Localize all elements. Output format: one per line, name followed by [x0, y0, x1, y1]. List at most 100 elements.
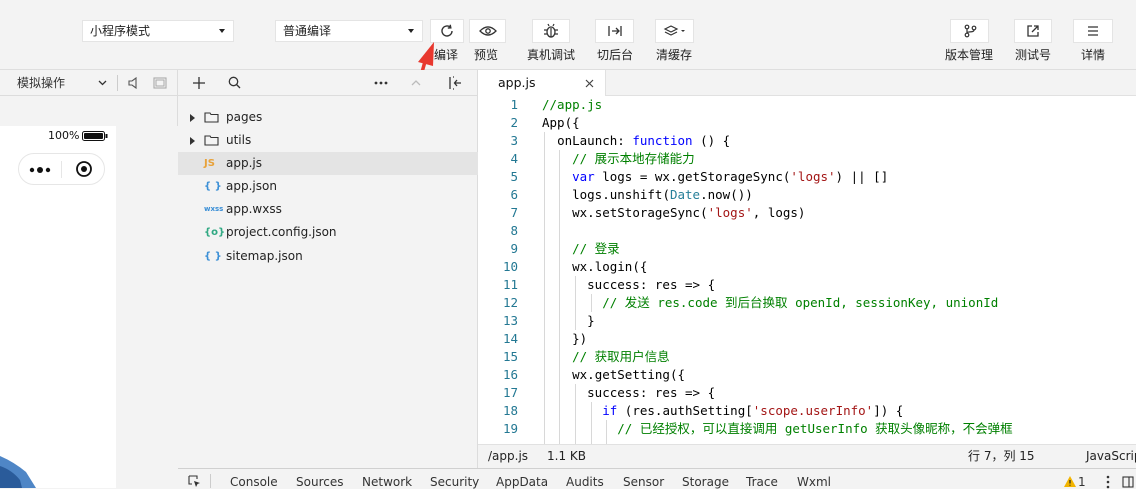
battery-icon [82, 131, 108, 141]
chevron-down-icon [98, 80, 107, 86]
simulator-panel: 模拟操作 100% [0, 70, 178, 488]
tab-app-js[interactable]: app.js [478, 70, 606, 96]
line-number: 18 [502, 403, 518, 418]
line-number: 19 [502, 421, 518, 436]
json-file-icon: { } [204, 181, 222, 192]
tab-wxml[interactable]: Wxml [797, 475, 831, 489]
code-line: }) [542, 331, 588, 346]
mode-select-value: 小程序模式 [90, 24, 151, 38]
line-number: 6 [510, 187, 518, 202]
details-button[interactable] [1073, 19, 1113, 43]
tab-audits[interactable]: Audits [566, 475, 604, 489]
tab-console[interactable]: Console [230, 475, 278, 489]
code-line: // 发送 res.code 到后台换取 openId, sessionKey,… [602, 295, 999, 310]
background-button[interactable] [595, 19, 634, 43]
tab-storage[interactable]: Storage [682, 475, 729, 489]
code-line: var logs = wx.getStorageSync('logs') || … [572, 169, 889, 184]
code-line: } [542, 313, 595, 328]
status-cursor-position[interactable]: 行 7，列 15 [968, 445, 1035, 468]
preview-button[interactable] [469, 19, 506, 43]
json-file-icon: { } [204, 251, 222, 262]
simulator-select[interactable]: 模拟操作 [8, 73, 112, 93]
tree-item-label: pages [226, 110, 263, 124]
battery-percentage: 100% [48, 129, 80, 142]
line-number: 11 [502, 277, 518, 292]
close-miniprogram-icon[interactable] [75, 160, 93, 178]
search-icon[interactable] [228, 76, 241, 89]
capsule-divider [61, 161, 62, 178]
more-dots-icon[interactable] [29, 166, 51, 174]
menu-icon [1088, 26, 1098, 36]
collapse-icon[interactable] [410, 77, 422, 89]
code-line: //app.js [542, 97, 603, 112]
version-button[interactable] [950, 19, 989, 43]
code-line: success: res => { [587, 277, 716, 292]
compile-select-value: 普通编译 [283, 24, 332, 38]
divider [210, 474, 211, 488]
tab-sensor[interactable]: Sensor [623, 475, 664, 489]
split-panel-icon[interactable] [448, 76, 462, 90]
tab-trace[interactable]: Trace [746, 475, 778, 489]
tree-item-utils[interactable]: utils [178, 129, 478, 152]
refresh-icon [441, 24, 453, 37]
code-line: if (res.authSetting['scope.userInfo']) { [602, 403, 904, 418]
code-line: wx.getSetting({ [572, 367, 686, 382]
tree-item-sitemap[interactable]: { } sitemap.json [178, 245, 478, 268]
line-number: 14 [502, 331, 518, 346]
phone-screen: 100% [0, 126, 116, 488]
bug-icon [544, 23, 558, 38]
tab-appdata[interactable]: AppData [496, 475, 548, 489]
window-icon[interactable] [153, 77, 167, 89]
clear-cache-button[interactable] [655, 19, 694, 43]
dock-icon[interactable] [1122, 476, 1134, 488]
more-vertical-icon[interactable] [1106, 475, 1110, 489]
toolbar: 小程序模式 普通编译 编译 预览 真机调试 切后台 清缓存 版本管理 测试号 详… [0, 0, 1136, 70]
preview-label: 预览 [474, 48, 499, 62]
editor-tabs: app.js [478, 70, 1136, 96]
more-icon[interactable] [374, 81, 388, 85]
tree-item-label: project.config.json [226, 225, 337, 239]
line-number: 13 [502, 313, 518, 328]
add-icon[interactable] [193, 77, 205, 89]
code-line: App({ [542, 115, 580, 130]
tree-item-project-config[interactable]: {o} project.config.json [178, 221, 478, 244]
status-language[interactable]: JavaScript [1086, 445, 1136, 468]
volume-icon[interactable] [128, 77, 138, 89]
line-number: 7 [510, 205, 518, 220]
code-line: // 已经授权，可以直接调用 getUserInfo 获取头像昵称，不会弹框 [617, 421, 1013, 436]
close-icon[interactable] [585, 79, 594, 88]
line-number: 9 [510, 241, 518, 256]
remote-debug-button[interactable] [532, 19, 570, 43]
capsule-menu[interactable] [18, 153, 105, 185]
switch-background-icon [607, 26, 622, 36]
code-line: // 展示本地存储能力 [572, 151, 695, 166]
tab-security[interactable]: Security [430, 475, 479, 489]
divider [117, 75, 118, 91]
code-editor[interactable]: 1 //app.js 2 App({3 onLaunch: function () {… [478, 96, 1136, 444]
external-link-icon [1027, 25, 1039, 37]
tree-item-app-wxss[interactable]: wxss app.wxss [178, 198, 478, 221]
code-line: logs.unshift(Date.now()) [572, 187, 753, 202]
warning-icon[interactable] [1064, 476, 1076, 487]
tree-item-app-js[interactable]: JS app.js [178, 152, 478, 175]
js-file-icon: JS [204, 158, 215, 169]
clear-cache-label: 清缓存 [656, 48, 693, 62]
line-number: 17 [502, 385, 518, 400]
tab-sources[interactable]: Sources [296, 475, 343, 489]
tree-item-label: app.js [226, 156, 262, 170]
test-account-button[interactable] [1014, 19, 1052, 43]
line-number: 2 [510, 115, 518, 130]
explorer-toolbar [178, 70, 478, 96]
branch-icon [964, 24, 976, 38]
version-label: 版本管理 [945, 48, 994, 62]
code-line: success: res => { [587, 385, 716, 400]
mode-select[interactable]: 小程序模式 [82, 20, 234, 42]
tab-network[interactable]: Network [362, 475, 412, 489]
chevron-down-icon [219, 29, 225, 33]
tree-item-app-json[interactable]: { } app.json [178, 175, 478, 198]
tree-item-pages[interactable]: pages [178, 106, 478, 129]
inspect-icon[interactable] [188, 475, 201, 488]
config-file-icon: {o} [204, 227, 226, 238]
status-size: 1.1 KB [547, 449, 586, 463]
wxss-file-icon: wxss [204, 205, 224, 213]
